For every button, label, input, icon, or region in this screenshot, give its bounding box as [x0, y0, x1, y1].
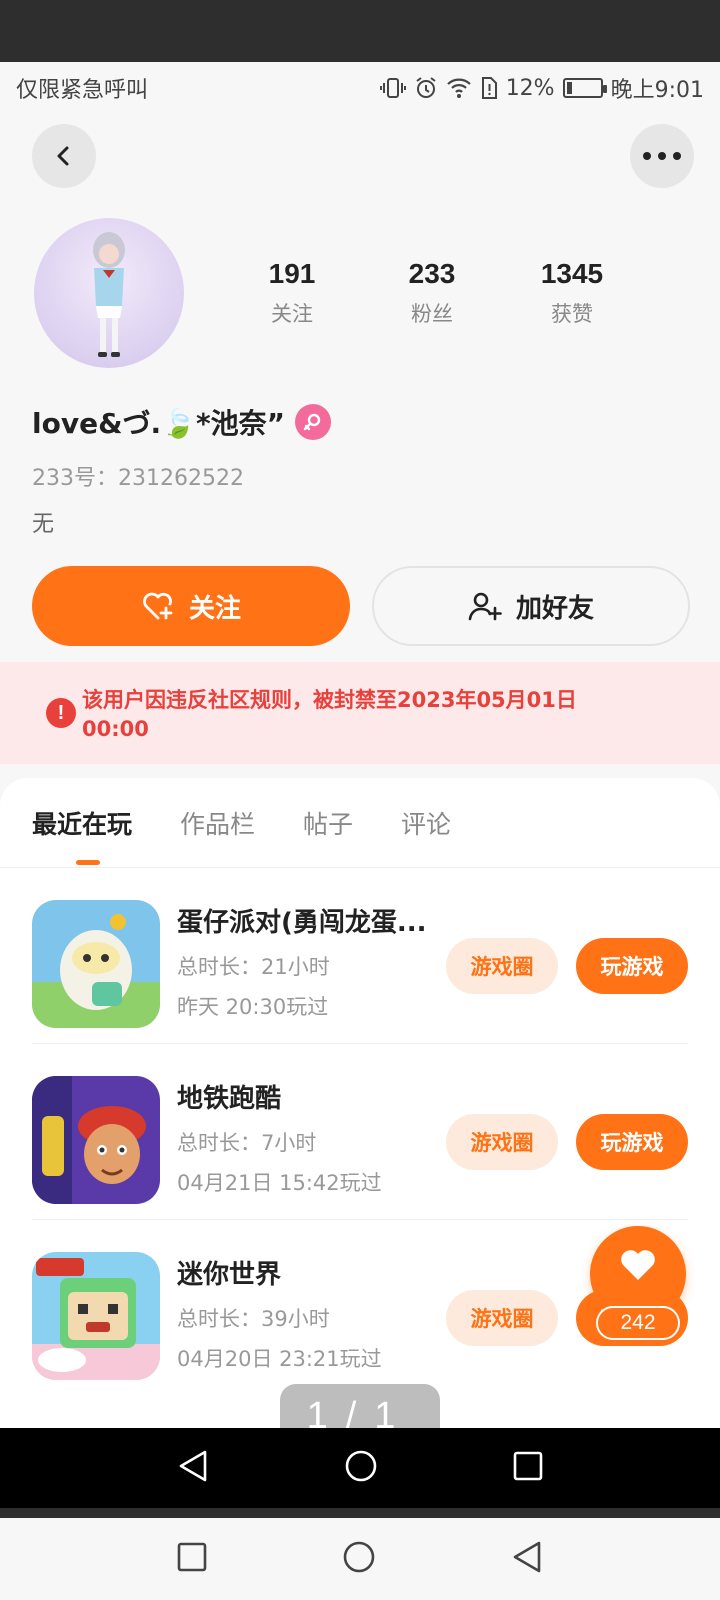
ban-notice-text: 该用户因违反社区规则，被封禁至2023年05月01日 00:00: [82, 688, 577, 741]
follow-label: 关注: [188, 593, 241, 624]
followers-count: 233: [408, 258, 456, 289]
system-nav-bar-dark: [0, 1428, 720, 1508]
add-friend-button[interactable]: 加好友: [372, 566, 690, 646]
heart-plus-icon: [143, 592, 173, 620]
status-icons: 12% 晚上9:01: [379, 72, 704, 104]
chevron-left-icon: [57, 146, 69, 166]
game-info: 迷你世界 总时长：39小时 04月20日 23:21玩过: [177, 1254, 437, 1373]
battery-percent: 12%: [505, 75, 555, 101]
profile-stats: 191 关注 233 粉丝 1345 获赞: [232, 258, 632, 328]
bio: 无: [32, 512, 55, 537]
mini-world-game-icon: [32, 1252, 160, 1380]
username-row: love&づ.🍃*池奈”: [32, 402, 332, 442]
status-bar: 仅限紧急呼叫 12% 晚上9:01: [0, 62, 720, 114]
nav-home-icon[interactable]: [344, 1449, 378, 1487]
game-duration: 总时长：39小时: [177, 1307, 330, 1331]
nav-back-icon[interactable]: [177, 1449, 209, 1487]
game-item-mini-world[interactable]: 迷你世界 总时长：39小时 04月20日 23:21玩过 游戏圈 玩游戏: [32, 1220, 688, 1396]
like-count: 242: [596, 1306, 680, 1340]
sim-alert-icon: [480, 76, 498, 100]
game-duration: 总时长：21小时: [177, 955, 330, 979]
add-friend-label: 加好友: [515, 593, 594, 624]
back-button[interactable]: [32, 124, 96, 188]
likes-count: 1345: [540, 258, 604, 289]
followers-label: 粉丝: [411, 302, 453, 326]
game-info: 蛋仔派对(勇闯龙蛋... 总时长：21小时 昨天 20:30玩过: [177, 902, 437, 1021]
subway-surfers-game-icon: [32, 1076, 160, 1204]
follow-button[interactable]: 关注: [32, 566, 350, 646]
game-item-eggy-party[interactable]: 蛋仔派对(勇闯龙蛋... 总时长：21小时 昨天 20:30玩过 游戏圈 玩游戏: [32, 868, 688, 1044]
game-last-played: 04月20日 23:21玩过: [177, 1347, 382, 1371]
following-count: 191: [268, 258, 316, 289]
stat-following[interactable]: 191 关注: [232, 258, 352, 328]
battery-icon: [562, 78, 607, 98]
game-name: 蛋仔派对(勇闯龙蛋...: [177, 908, 427, 938]
game-circle-button[interactable]: 游戏圈: [446, 1290, 558, 1346]
user-id: 233号：231262522: [32, 466, 244, 491]
ban-notice-banner: ! 该用户因违反社区规则，被封禁至2023年05月01日 00:00: [0, 662, 720, 764]
nav-recents-icon[interactable]: [177, 1542, 207, 1576]
game-info: 地铁跑酷 总时长：7小时 04月21日 15:42玩过: [177, 1078, 437, 1197]
stat-followers[interactable]: 233 粉丝: [372, 258, 492, 328]
tab-posts[interactable]: 帖子: [303, 805, 353, 841]
nav-home-icon[interactable]: [342, 1540, 376, 1578]
game-last-played: 昨天 20:30玩过: [177, 995, 329, 1019]
game-item-subway-surfers[interactable]: 地铁跑酷 总时长：7小时 04月21日 15:42玩过 游戏圈 玩游戏: [32, 1044, 688, 1220]
active-tab-indicator: [76, 860, 100, 865]
avatar-figure: [93, 232, 125, 357]
stat-likes[interactable]: 1345 获赞: [512, 258, 632, 328]
wifi-icon: [446, 76, 472, 100]
username: love&づ.🍃*池奈”: [32, 407, 286, 440]
nav-back-icon[interactable]: [511, 1540, 543, 1578]
vibrate-icon: [379, 76, 406, 100]
system-nav-bar-light: [0, 1518, 720, 1600]
avatar[interactable]: [34, 218, 184, 368]
eggy-party-game-icon: [32, 900, 160, 1028]
game-duration: 总时长：7小时: [177, 1131, 317, 1155]
nav-divider: [0, 1508, 720, 1518]
play-game-button[interactable]: 玩游戏: [576, 938, 688, 994]
tab-bar: 最近在玩 作品栏 帖子 评论: [0, 778, 720, 868]
female-gender-icon: [295, 404, 332, 440]
game-name: 地铁跑酷: [177, 1084, 282, 1114]
following-label: 关注: [271, 302, 313, 326]
clock: 晚上9:01: [610, 78, 704, 103]
tab-works[interactable]: 作品栏: [180, 805, 255, 841]
game-name: 迷你世界: [177, 1260, 282, 1290]
tab-comments[interactable]: 评论: [401, 805, 451, 841]
game-last-played: 04月21日 15:42玩过: [177, 1171, 382, 1195]
game-circle-button[interactable]: 游戏圈: [446, 938, 558, 994]
game-circle-button[interactable]: 游戏圈: [446, 1114, 558, 1170]
heart-icon: [621, 1250, 655, 1280]
more-dots-icon: [643, 152, 681, 160]
top-black-bar: [0, 0, 720, 62]
add-user-icon: [468, 592, 502, 621]
more-options-button[interactable]: [630, 124, 694, 188]
carrier-text: 仅限紧急呼叫: [16, 78, 149, 103]
play-game-button[interactable]: 玩游戏: [576, 1114, 688, 1170]
likes-label: 获赞: [551, 302, 593, 326]
tab-recently-played[interactable]: 最近在玩: [32, 805, 132, 841]
nav-recents-icon[interactable]: [513, 1451, 543, 1485]
warning-icon: !: [46, 698, 76, 728]
alarm-icon: [414, 76, 438, 100]
